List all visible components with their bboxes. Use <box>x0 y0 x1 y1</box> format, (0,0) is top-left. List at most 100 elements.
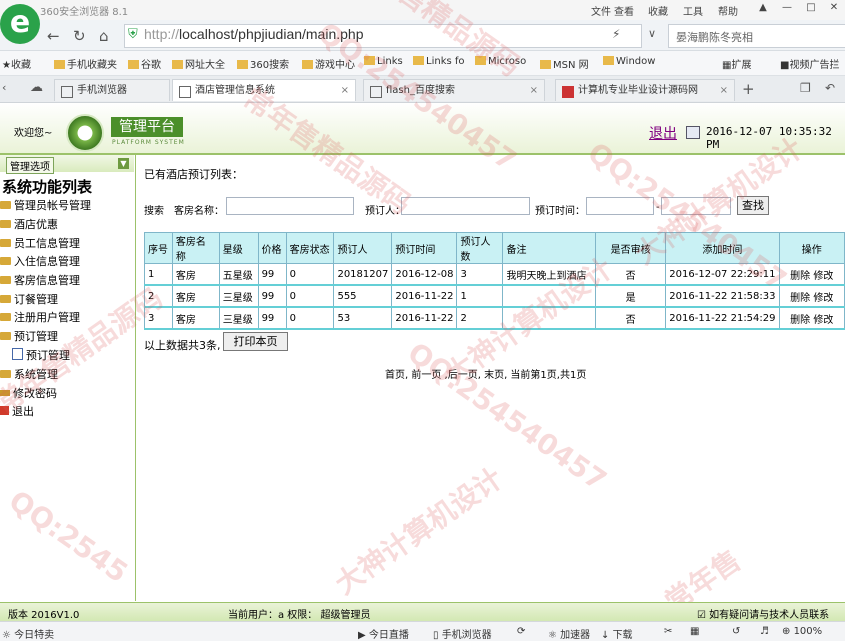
tab-scroll-left-icon[interactable]: ‹ <box>2 81 6 94</box>
bookmark-links[interactable]: Links <box>364 56 403 67</box>
sidebar-item-password[interactable]: 修改密码 <box>0 385 57 401</box>
menu-view[interactable]: 查看 <box>614 3 634 18</box>
list-title: 已有酒店预订列表： <box>144 168 243 181</box>
screenshot-icon[interactable]: ✂ <box>664 626 672 637</box>
table-cell: 20181207 <box>333 263 393 286</box>
table-cell: 99 <box>257 284 287 308</box>
sidebar-subitem-booking[interactable]: 预订管理 <box>0 347 70 363</box>
back-icon[interactable]: ← <box>47 27 60 45</box>
status-deals[interactable]: ☼ 今日特卖 <box>2 626 54 641</box>
row-actions: 删除 修改 <box>778 306 845 330</box>
minimize-icon[interactable]: — <box>776 0 798 16</box>
table-cell: 2016-12-07 22:29:11 <box>665 263 780 286</box>
status-download[interactable]: ↓ 下载 <box>601 626 633 641</box>
col-header: 预订人 <box>333 232 393 264</box>
tab-close-icon[interactable]: × <box>530 80 538 101</box>
zoom-level[interactable]: ⊕ 100% <box>782 626 822 637</box>
url-text[interactable]: http://localhost/phpjiudian/main.php <box>144 26 364 42</box>
speed-icon[interactable]: ⚡ <box>612 27 620 41</box>
search-button[interactable]: 查找 <box>737 196 769 215</box>
status-live[interactable]: ▶ 今日直播 <box>358 626 409 641</box>
pagination[interactable]: 首页, 前一页 ,后一页, 末页, 当前第1页,共1页 <box>385 366 586 381</box>
bookmark-microsoft[interactable]: Microso <box>475 56 526 67</box>
history-icon[interactable]: ↺ <box>732 626 740 637</box>
status-accelerator[interactable]: ⚛ 加速器 <box>548 626 590 641</box>
bookmark-icon <box>302 60 313 69</box>
menu-favorites[interactable]: 收藏 <box>648 3 668 18</box>
image-icon <box>370 86 382 98</box>
tab-close-icon[interactable]: × <box>341 80 349 101</box>
table-cell: 2016-11-22 <box>391 306 458 330</box>
adblock-button[interactable]: ■视频广告拦 <box>780 56 839 71</box>
person-input[interactable] <box>401 197 530 215</box>
sidebar-item-rooms[interactable]: 客房信息管理 <box>0 272 80 288</box>
search-hint: 晏海鹏陈冬亮相 <box>676 31 753 44</box>
sidebar-item-discount[interactable]: 酒店优惠 <box>0 216 58 232</box>
image-icon[interactable]: ▦ <box>690 626 699 637</box>
time-start-input[interactable] <box>586 197 654 215</box>
bookmark-links-fo[interactable]: Links fo <box>413 56 465 67</box>
volume-icon[interactable]: ♬ <box>760 626 769 637</box>
refresh-icon[interactable]: ⟳ <box>517 626 525 637</box>
edit-link[interactable]: 修改 <box>813 315 833 326</box>
sidebar-item-meals[interactable]: 订餐管理 <box>0 291 58 307</box>
bookmark-mobile[interactable]: 手机收藏夹 <box>54 56 117 71</box>
status-mobile[interactable]: ▯ 手机浏览器 <box>433 626 492 641</box>
folder-icon <box>0 313 11 321</box>
close-icon[interactable]: ✕ <box>823 0 845 16</box>
bookmark-google[interactable]: 谷歌 <box>128 56 161 71</box>
menu-tools[interactable]: 工具 <box>683 3 703 18</box>
delete-link[interactable]: 删除 <box>790 293 810 304</box>
booking-table: 序号 客房名称 星级 价格 客房状态 预订人 预订时间 预订人数 备注 是否审核… <box>144 232 845 330</box>
room-name-input[interactable] <box>226 197 354 215</box>
edit-link[interactable]: 修改 <box>813 293 833 304</box>
pin-icon[interactable]: ▲ <box>752 0 774 16</box>
maximize-icon[interactable]: □ <box>800 0 822 16</box>
time-end-input[interactable] <box>661 197 731 215</box>
platform-title: 管理平台 <box>111 117 183 137</box>
new-tab-icon[interactable]: + <box>742 80 755 98</box>
sidebar-item-users[interactable]: 注册用户管理 <box>0 309 80 325</box>
dropdown-icon[interactable]: ∨ <box>648 27 656 40</box>
watermark: QQ:254540457 <box>401 335 613 498</box>
bookmark-msn[interactable]: MSN 网 <box>540 56 589 71</box>
edit-link[interactable]: 修改 <box>813 271 833 282</box>
delete-link[interactable]: 删除 <box>790 315 810 326</box>
bookmark-360search[interactable]: 360搜索 <box>237 56 289 71</box>
refresh-icon[interactable]: ↻ <box>73 27 86 45</box>
bookmark-windows[interactable]: Window <box>603 56 655 67</box>
menu-file[interactable]: 文件 <box>591 3 611 18</box>
folder-icon <box>540 60 551 69</box>
logout-link[interactable]: 退出 <box>649 123 677 143</box>
tab-flash-search[interactable]: flash_百度搜索 × <box>363 79 545 101</box>
extensions-button[interactable]: ▦扩展 <box>722 56 751 71</box>
table-cell: 三星级 <box>218 284 259 308</box>
home-icon[interactable]: ⌂ <box>99 27 109 45</box>
sidebar-item-booking[interactable]: 预订管理 <box>0 328 58 344</box>
current-user-label: 当前用户：a 权限： 超级管理员 <box>228 610 371 621</box>
tab-source-code[interactable]: 计算机专业毕业设计源码网 × <box>555 79 735 101</box>
collapse-icon[interactable]: ▼ <box>118 158 129 169</box>
tab-hotel-system[interactable]: 酒店管理信息系统 × <box>172 79 356 101</box>
folder-icon <box>475 56 486 65</box>
sidebar-item-exit[interactable]: 退出 <box>0 403 34 419</box>
sidebar-item-checkin[interactable]: 入住信息管理 <box>0 253 80 269</box>
sidebar-item-staff[interactable]: 员工信息管理 <box>0 235 80 251</box>
table-cell: 0 <box>285 263 335 286</box>
undo-icon[interactable]: ↶ <box>825 81 835 95</box>
sidebar-item-system[interactable]: 系统管理 <box>0 366 58 382</box>
restore-tab-icon[interactable]: ❐ <box>800 81 811 95</box>
sidebar-item-admin[interactable]: 管理员帐号管理 <box>0 197 91 213</box>
record-summary: 以上数据共3条, <box>144 339 221 352</box>
tab-close-icon[interactable]: × <box>720 80 728 101</box>
bookmark-sites[interactable]: 网址大全 <box>172 56 225 71</box>
delete-link[interactable]: 删除 <box>790 271 810 282</box>
cloud-icon[interactable]: ☁ <box>30 80 43 95</box>
bookmark-games[interactable]: 游戏中心 <box>302 56 355 71</box>
table-cell: 否 <box>594 306 667 330</box>
table-cell: 五星级 <box>218 263 259 286</box>
tab-mobile-browser[interactable]: 手机浏览器 <box>54 79 170 101</box>
print-button[interactable]: 打印本页 <box>223 332 288 351</box>
menu-help[interactable]: 帮助 <box>718 3 738 18</box>
bookmark-favorites[interactable]: ★收藏 <box>2 56 31 71</box>
